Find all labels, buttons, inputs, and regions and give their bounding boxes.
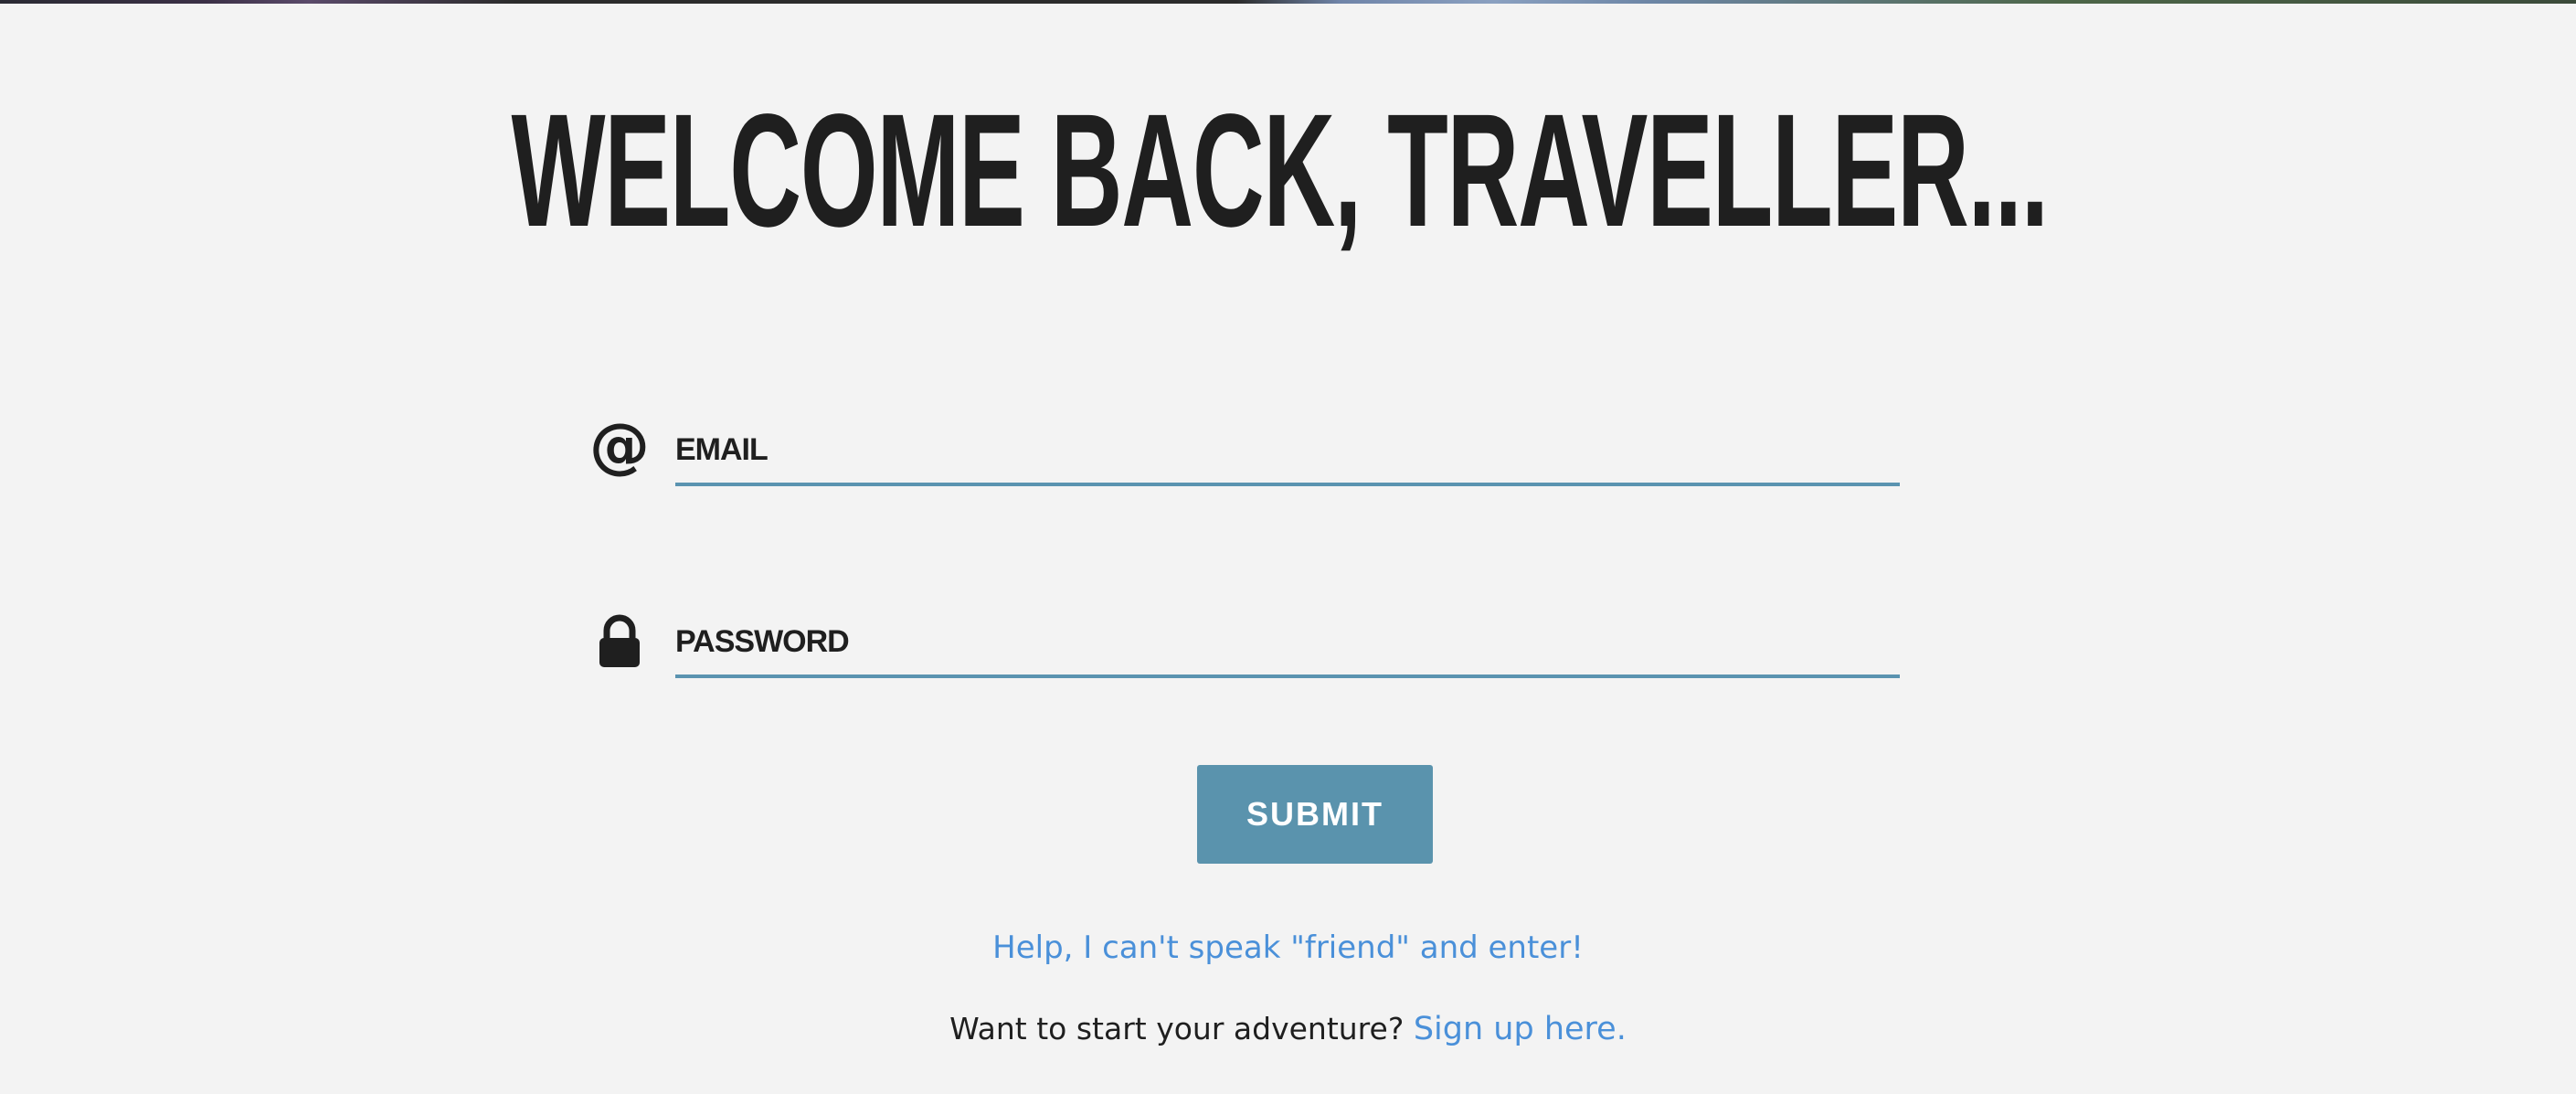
page-title: WELCOME BACK, TRAVELLER... [511, 81, 2050, 260]
at-icon: @ [590, 419, 649, 477]
signup-prompt-row: Want to start your adventure? Sign up he… [0, 1011, 2576, 1047]
top-banner-strip [0, 0, 2576, 4]
password-input[interactable] [675, 609, 1900, 678]
email-input[interactable] [675, 417, 1900, 486]
submit-button[interactable]: SUBMIT [1197, 765, 1433, 864]
signup-prompt-text: Want to start your adventure? [949, 1011, 1405, 1046]
signup-link[interactable]: Sign up here. [1414, 1011, 1627, 1047]
password-field-row [0, 594, 2576, 704]
forgot-password-link[interactable]: Help, I can't speak "friend" and enter! [0, 929, 2576, 966]
lock-icon [599, 614, 640, 667]
email-field-row: @ [0, 402, 2576, 512]
svg-text:@: @ [590, 419, 649, 477]
